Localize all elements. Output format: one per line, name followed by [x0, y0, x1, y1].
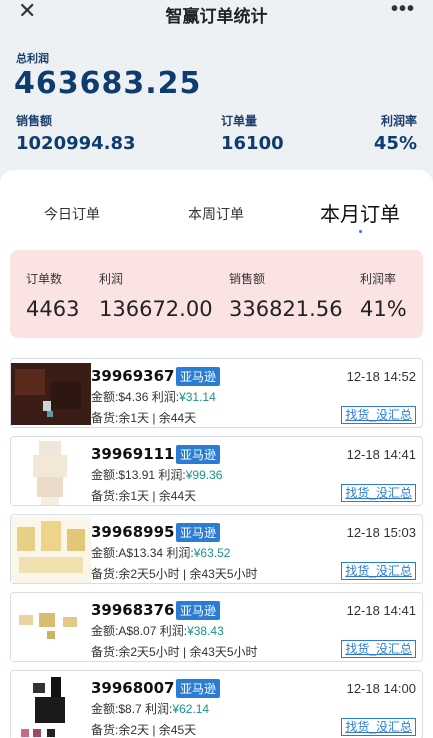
order-id: 39968376 — [91, 601, 175, 619]
summary-sales: 销售额 336821.56 — [229, 270, 343, 321]
sales-label: 销售额 — [16, 114, 53, 128]
summary-margin: 利润率 41% — [360, 270, 407, 321]
order-stock-line: 备货:余2天5小时 | 余43天5小时 — [91, 567, 258, 581]
product-thumbnail — [11, 517, 91, 583]
total-profit-label: 总利润 — [16, 53, 49, 65]
month-summary-panel: 订单数 4463 利润 136672.00 销售额 336821.56 利润率 … — [10, 250, 423, 338]
orders-stat: 订单量 16100 — [221, 112, 284, 154]
summary-margin-label: 利润率 — [360, 272, 397, 286]
order-id: 39968007 — [91, 679, 175, 697]
order-stock-line: 备货:余2天5小时 | 余43天5小时 — [91, 645, 258, 659]
order-time: 12-18 15:03 — [346, 525, 416, 540]
product-image-icon — [11, 439, 91, 505]
find-goods-button[interactable]: 找货_没汇总 — [341, 406, 416, 424]
order-amount-line: 金额:$4.36 利润:¥31.14 — [91, 390, 216, 404]
order-id: 39969111 — [91, 445, 175, 463]
order-stock-line: 备货:余2天 | 余45天 — [91, 723, 197, 737]
platform-badge: 亚马逊 — [176, 601, 221, 620]
order-time: 12-18 14:00 — [346, 681, 416, 696]
summary-count: 订单数 4463 — [26, 270, 79, 321]
find-goods-button[interactable]: 找货_没汇总 — [341, 562, 416, 580]
order-time: 12-18 14:41 — [346, 447, 416, 462]
summary-margin-value: 41% — [360, 297, 407, 321]
order-card[interactable]: 39968376 亚马逊 12-18 14:41 金额:A$8.07 利润:¥3… — [10, 592, 423, 662]
order-card[interactable]: 39968995 亚马逊 12-18 15:03 金额:A$13.34 利润:¥… — [10, 514, 423, 584]
product-image-icon — [11, 363, 96, 425]
summary-profit-label: 利润 — [99, 272, 124, 286]
period-tabs: 今日订单 本周订单 本月订单 — [0, 194, 433, 234]
order-card[interactable]: 39969111 亚马逊 12-18 14:41 金额:$13.91 利润:¥9… — [10, 436, 423, 506]
order-amount-line: 金额:A$13.34 利润:¥63.52 — [91, 546, 231, 560]
summary-count-label: 订单数 — [26, 272, 63, 286]
order-time: 12-18 14:41 — [346, 603, 416, 618]
sales-value: 1020994.83 — [16, 133, 136, 154]
product-image-icon — [11, 673, 91, 738]
order-time: 12-18 14:52 — [346, 369, 416, 384]
summary-profit: 利润 136672.00 — [99, 270, 213, 321]
platform-badge: 亚马逊 — [176, 679, 221, 698]
order-stock-line: 备货:余1天 | 余44天 — [91, 411, 197, 425]
order-amount-line: 金额:A$8.07 利润:¥38.43 — [91, 624, 224, 638]
summary-sales-value: 336821.56 — [229, 297, 343, 321]
order-id: 39969367 — [91, 367, 175, 385]
order-card[interactable]: 39968007 亚马逊 12-18 14:00 金额:$8.7 利润:¥62.… — [10, 670, 423, 738]
order-amount-line: 金额:$13.91 利润:¥99.36 — [91, 468, 223, 482]
product-thumbnail — [11, 595, 91, 661]
order-amount-line: 金额:$8.7 利润:¥62.14 — [91, 702, 210, 716]
order-card[interactable]: 39969367 亚马逊 12-18 14:52 金额:$4.36 利润:¥31… — [10, 358, 423, 428]
more-icon[interactable]: ••• — [391, 0, 415, 21]
orders-label: 订单量 — [221, 114, 258, 128]
summary-count-value: 4463 — [26, 297, 80, 321]
product-thumbnail — [11, 673, 91, 738]
nav-bar: ✕ 智赢订单统计 ••• — [0, 0, 433, 28]
find-goods-button[interactable]: 找货_没汇总 — [341, 484, 416, 502]
margin-label: 利润率 — [380, 114, 417, 128]
product-thumbnail — [11, 439, 91, 505]
margin-stat: 利润率 45% — [374, 112, 417, 154]
active-tab-indicator — [359, 230, 362, 233]
page-title: 智赢订单统计 — [165, 7, 268, 26]
summary-profit-value: 136672.00 — [99, 297, 213, 321]
tab-today[interactable]: 今日订单 — [44, 204, 100, 224]
product-image-icon — [11, 595, 91, 661]
orders-value: 16100 — [221, 133, 284, 154]
summary-sales-label: 销售额 — [229, 272, 266, 286]
sales-stat: 销售额 1020994.83 — [16, 112, 136, 154]
product-image-icon — [11, 517, 91, 583]
find-goods-button[interactable]: 找货_没汇总 — [341, 718, 416, 736]
order-id: 39968995 — [91, 523, 175, 541]
tab-month[interactable]: 本月订单 — [320, 198, 400, 227]
find-goods-button[interactable]: 找货_没汇总 — [341, 640, 416, 658]
margin-value: 45% — [373, 133, 417, 154]
total-profit-value: 463683.25 — [14, 66, 202, 101]
order-stock-line: 备货:余1天 | 余44天 — [91, 489, 197, 503]
platform-badge: 亚马逊 — [176, 367, 221, 386]
platform-badge: 亚马逊 — [176, 523, 221, 542]
platform-badge: 亚马逊 — [176, 445, 221, 464]
tab-week[interactable]: 本周订单 — [188, 204, 244, 224]
product-thumbnail — [11, 361, 96, 427]
